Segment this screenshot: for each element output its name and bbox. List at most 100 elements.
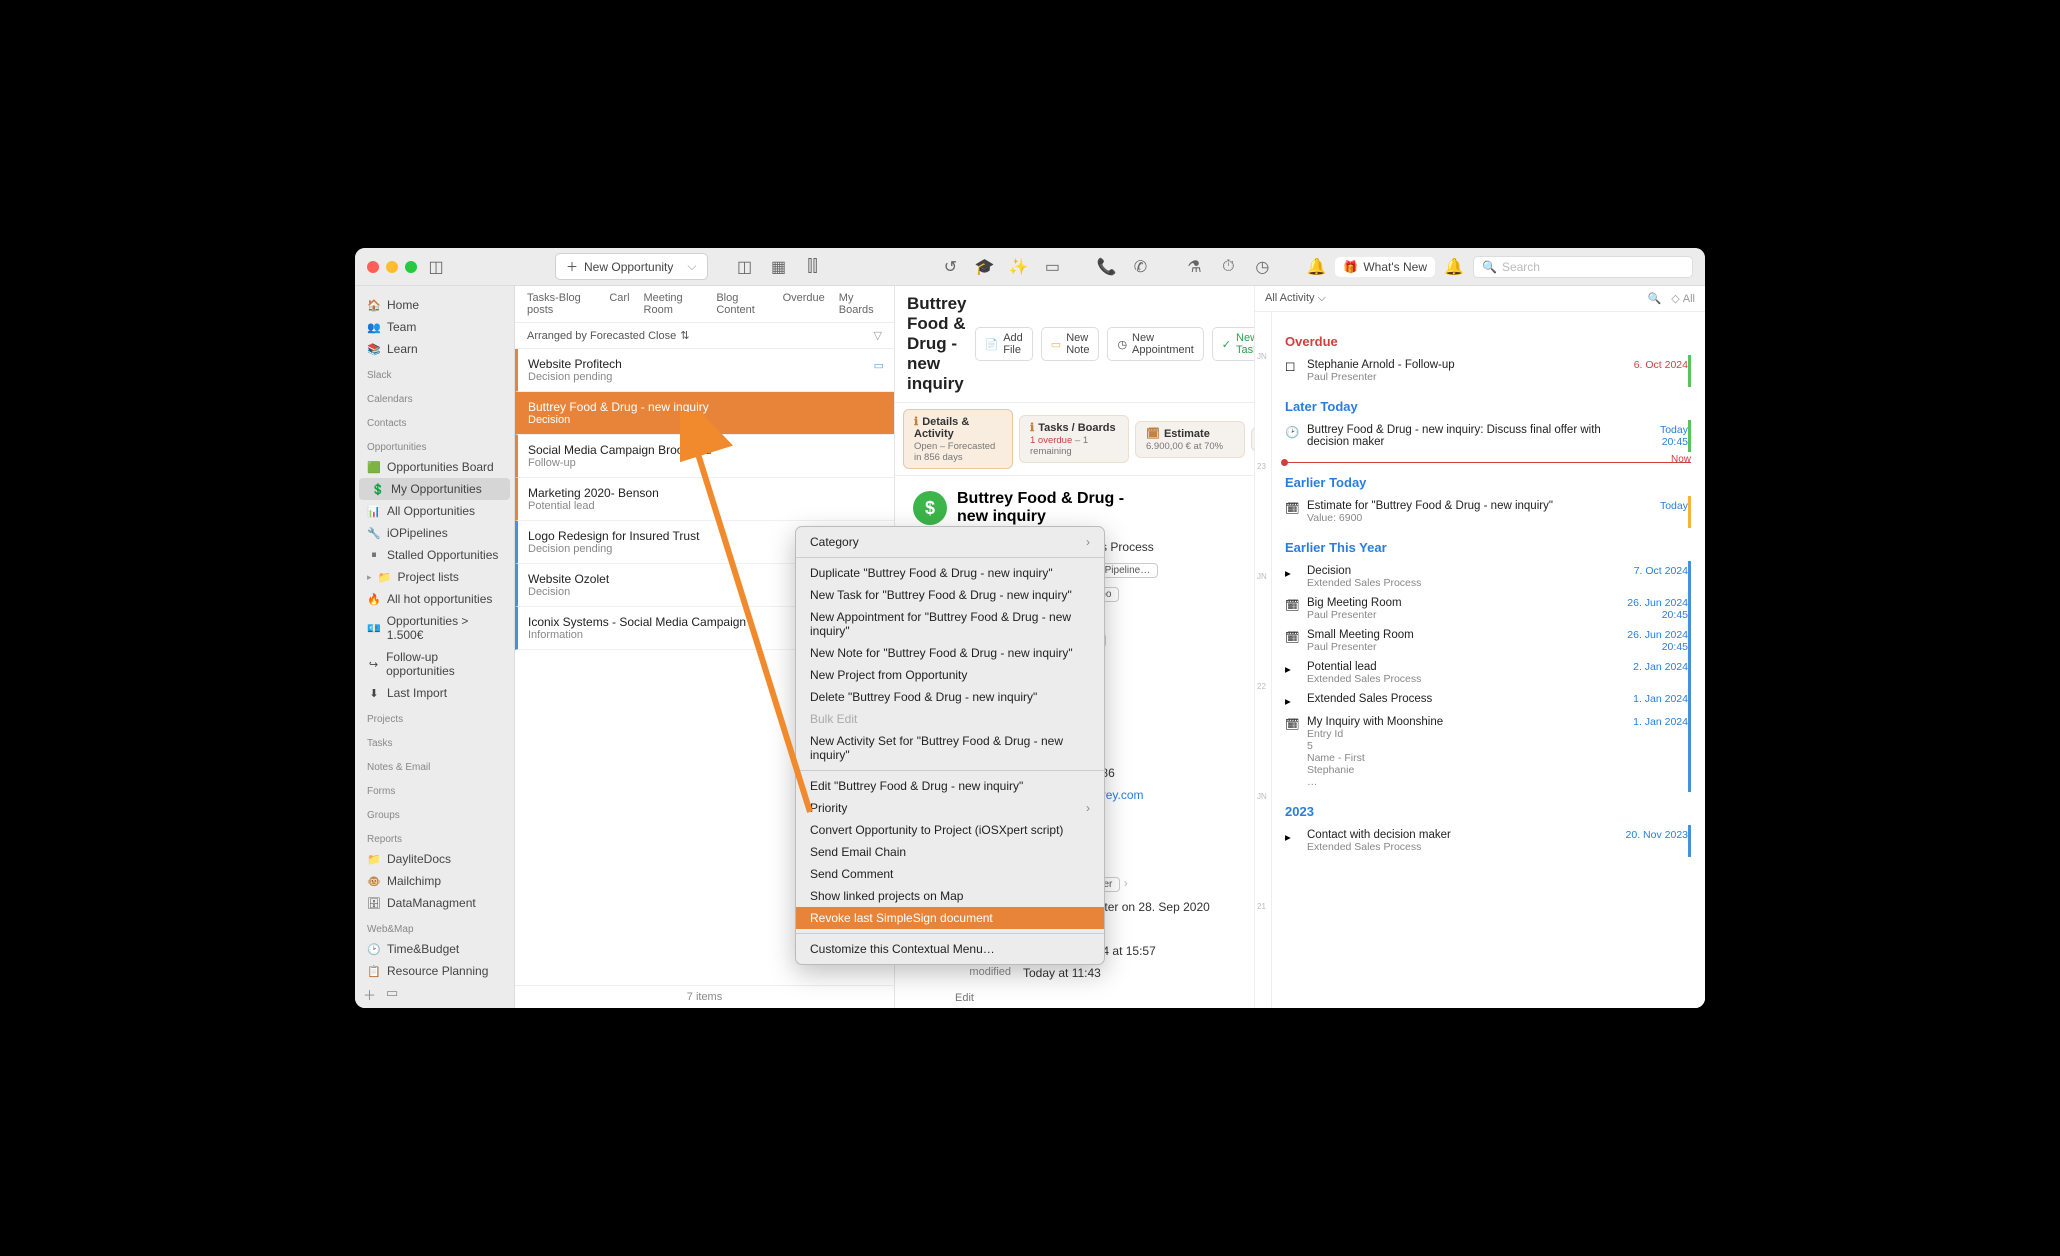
whats-new-button[interactable]: 🎁 What's New (1335, 257, 1435, 277)
list-tab[interactable]: Blog Content (716, 292, 768, 316)
list-tab[interactable]: Overdue (783, 292, 825, 316)
opportunity-row[interactable]: Marketing 2020- BensonPotential lead (515, 478, 894, 521)
filter-icon[interactable]: ▽ (874, 329, 882, 342)
timer-icon[interactable]: ⏱ (1217, 256, 1239, 278)
activity-item[interactable]: 🗓Estimate for "Buttrey Food & Drug - new… (1285, 496, 1691, 528)
list-tab[interactable]: Tasks-Blog posts (527, 292, 595, 316)
sidebar-section-groups[interactable]: Groups (355, 800, 514, 824)
sparkle-icon[interactable]: ✨ (1007, 256, 1029, 278)
sidebar-section-notes & email[interactable]: Notes & Email (355, 752, 514, 776)
search-icon[interactable]: 🔍 (1648, 292, 1662, 305)
arranged-by-row[interactable]: Arranged by Forecasted Close ⇅ ▽ (515, 323, 894, 349)
sidebar-item[interactable]: 📊All Opportunities (355, 500, 514, 522)
chart-view-icon[interactable]: ⫿⫿ (802, 256, 824, 278)
activity-item[interactable]: ▸Extended Sales Process1. Jan 2024 (1285, 689, 1691, 712)
activity-item[interactable]: 🗓Small Meeting RoomPaul Presenter26. Jun… (1285, 625, 1691, 657)
sidebar-section-projects[interactable]: Projects (355, 704, 514, 728)
add-file-button[interactable]: 📄Add File (975, 327, 1033, 361)
sidebar-section-opportunities[interactable]: Opportunities (355, 432, 514, 456)
list-tab[interactable]: My Boards (839, 292, 882, 316)
context-menu-item[interactable]: Delete "Buttrey Food & Drug - new inquir… (796, 686, 1104, 708)
sidebar-item[interactable]: 🕑Time&Budget (355, 938, 514, 960)
activity-item[interactable]: 🗓Big Meeting RoomPaul Presenter26. Jun 2… (1285, 593, 1691, 625)
list-tab[interactable]: Carl (609, 292, 629, 316)
context-menu-item[interactable]: Send Email Chain (796, 841, 1104, 863)
new-note-button[interactable]: ▭New Note (1041, 327, 1100, 361)
add-icon[interactable]: ＋ (363, 985, 376, 1004)
new-opportunity-button[interactable]: ＋ New Opportunity ⌵ (555, 253, 708, 280)
sidebar-item[interactable]: 📁DayliteDocs (355, 848, 514, 870)
sidebar-item[interactable]: ⏸Stalled Opportunities (355, 544, 514, 566)
undo-icon[interactable]: ↺ (939, 256, 961, 278)
sidebar-item[interactable]: 🔧iOPipelines (355, 522, 514, 544)
sidebar-section-contacts[interactable]: Contacts (355, 408, 514, 432)
sidebar-section-tasks[interactable]: Tasks (355, 728, 514, 752)
phone-icon[interactable]: 📞 (1095, 256, 1117, 278)
sidebar-item[interactable]: 💲My Opportunities (359, 478, 510, 500)
activity-item[interactable]: 🕑Buttrey Food & Drug - new inquiry: Disc… (1285, 420, 1691, 452)
list-tab[interactable]: Meeting Room (644, 292, 703, 316)
sidebar-item[interactable]: 🐵Mailchimp (355, 870, 514, 892)
context-menu-item[interactable]: Edit "Buttrey Food & Drug - new inquiry" (796, 775, 1104, 797)
search-input[interactable]: 🔍 Search (1473, 256, 1693, 278)
context-menu-item[interactable]: New Task for "Buttrey Food & Drug - new … (796, 584, 1104, 606)
close-window[interactable] (367, 261, 379, 273)
flask-icon[interactable]: ⚗ (1183, 256, 1205, 278)
new-task-button[interactable]: ✓New Task (1212, 327, 1255, 361)
sidebar-item[interactable]: 📋Resource Planning (355, 960, 514, 982)
activity-item[interactable]: ▸DecisionExtended Sales Process7. Oct 20… (1285, 561, 1691, 593)
sidebar-item[interactable]: 💶Opportunities > 1.500€ (355, 610, 514, 646)
context-menu-item[interactable]: Convert Opportunity to Project (iOSXpert… (796, 819, 1104, 841)
sidebar-item[interactable]: 🗄DataManagment (355, 892, 514, 914)
board-icon[interactable]: ▭ (1041, 256, 1063, 278)
activity-filter[interactable]: All Activity ⌵ (1265, 292, 1326, 305)
context-menu-item[interactable]: New Project from Opportunity (796, 664, 1104, 686)
sidebar-toggle-icon[interactable]: ◫ (425, 256, 447, 278)
context-menu-item[interactable]: Send Comment (796, 863, 1104, 885)
bell-outline-icon[interactable]: 🔔 (1305, 256, 1327, 278)
activity-item[interactable]: ▸Potential leadExtended Sales Process2. … (1285, 657, 1691, 689)
edit-link[interactable]: Edit (955, 992, 974, 1004)
activity-item[interactable]: ☐Stephanie Arnold - Follow-upPaul Presen… (1285, 355, 1691, 387)
calendar-badge-icon[interactable]: ▭ (386, 985, 398, 1004)
activity-all-filter[interactable]: ◇All (1671, 292, 1695, 305)
sidebar-section-reports[interactable]: Reports (355, 824, 514, 848)
sidebar-section-calendars[interactable]: Calendars (355, 384, 514, 408)
context-menu-item[interactable]: Customize this Contextual Menu… (796, 938, 1104, 960)
sidebar-item-team[interactable]: 👥Team (355, 316, 514, 338)
context-menu-item[interactable]: Show linked projects on Map (796, 885, 1104, 907)
context-menu-item[interactable]: New Appointment for "Buttrey Food & Drug… (796, 606, 1104, 642)
sidebar-item[interactable]: 🟩Opportunities Board (355, 456, 514, 478)
activity-item[interactable]: ▸Contact with decision makerExtended Sal… (1285, 825, 1691, 857)
notification-bell-icon[interactable]: 🔔 (1443, 256, 1465, 278)
grid-view-icon[interactable]: ▦ (768, 256, 790, 278)
sidebar-item[interactable]: 🔥All hot opportunities (355, 588, 514, 610)
sidebar-item-home[interactable]: 🏠Home (355, 294, 514, 316)
activity-item[interactable]: 🗓My Inquiry with MoonshineEntry Id5Name … (1285, 712, 1691, 792)
detail-tab[interactable]: 🗓Estimate6.900,00 € at 70% (1135, 421, 1245, 458)
detail-tab[interactable]: ◎sevdesk (1251, 427, 1254, 452)
sidebar-section-forms[interactable]: Forms (355, 776, 514, 800)
minimize-window[interactable] (386, 261, 398, 273)
sidebar-item[interactable]: ↪Follow-up opportunities (355, 646, 514, 682)
opportunity-row[interactable]: Social Media Campaign BrookfieldFollow-u… (515, 435, 894, 478)
context-menu-item[interactable]: Duplicate "Buttrey Food & Drug - new inq… (796, 562, 1104, 584)
cap-icon[interactable]: 🎓 (973, 256, 995, 278)
sidebar-item[interactable]: ▸📁Project lists (355, 566, 514, 588)
context-menu-item[interactable]: Priority› (796, 797, 1104, 819)
zoom-window[interactable] (405, 261, 417, 273)
phone-off-icon[interactable]: ✆ (1129, 256, 1151, 278)
detail-tab[interactable]: ℹDetails & ActivityOpen – Forecasted in … (903, 409, 1013, 469)
sidebar-section-web&map[interactable]: Web&Map (355, 914, 514, 938)
sidebar-section-slack[interactable]: Slack (355, 360, 514, 384)
sidebar-item-learn[interactable]: 📚Learn (355, 338, 514, 360)
clock-icon[interactable]: ◷ (1251, 256, 1273, 278)
new-appointment-button[interactable]: ◷New Appointment (1107, 327, 1203, 361)
context-menu-item[interactable]: New Note for "Buttrey Food & Drug - new … (796, 642, 1104, 664)
context-menu-item[interactable]: New Activity Set for "Buttrey Food & Dru… (796, 730, 1104, 766)
opportunity-row[interactable]: Website ProfitechDecision pending▭ (515, 349, 894, 392)
columns-view-icon[interactable]: ◫ (734, 256, 756, 278)
opportunity-row[interactable]: Buttrey Food & Drug - new inquiryDecisio… (515, 392, 894, 435)
context-menu-item[interactable]: Category› (796, 531, 1104, 553)
detail-tab[interactable]: ℹTasks / Boards1 overdue – 1 remaining (1019, 415, 1129, 463)
